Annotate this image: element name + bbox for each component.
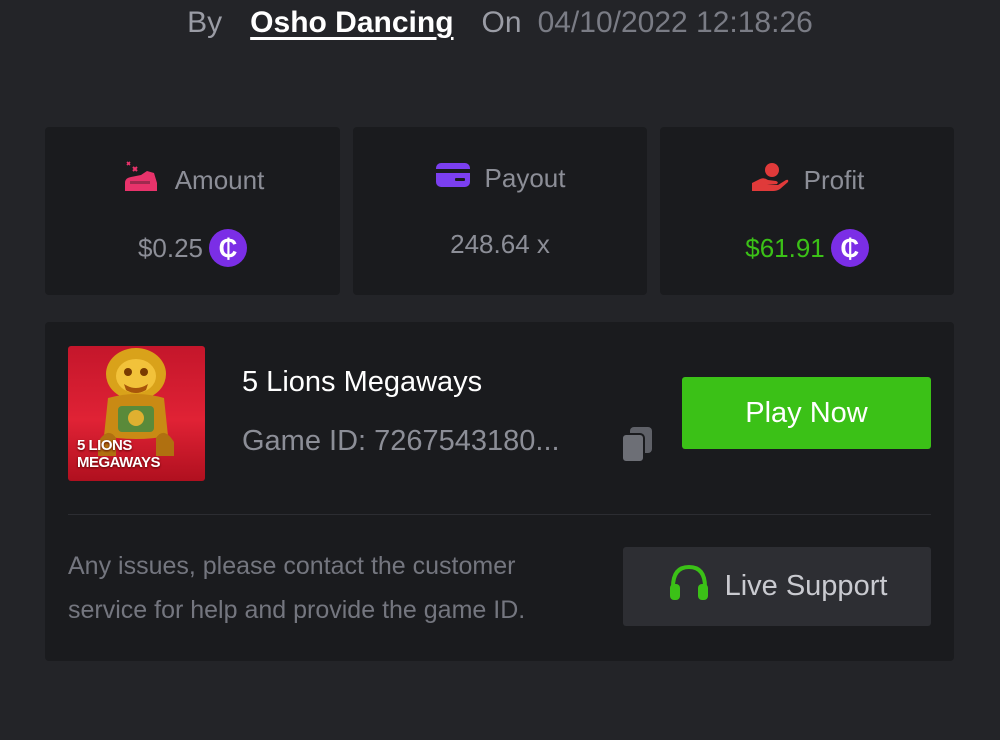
amount-value: $0.25 xyxy=(137,232,204,263)
headset-icon xyxy=(667,563,711,611)
live-support-label: Live Support xyxy=(724,570,888,602)
amount-label: Amount xyxy=(174,165,265,195)
copy-icon[interactable] xyxy=(618,424,658,464)
payout-card: Payout 248.64 x xyxy=(353,127,647,295)
payout-label: Payout xyxy=(484,163,566,193)
payout-value: 248.64 x xyxy=(450,229,550,259)
divider xyxy=(68,514,931,515)
amount-card: Amount $0.25 ₵ xyxy=(45,127,340,295)
play-now-button[interactable]: Play Now xyxy=(682,377,931,449)
coin-icon: ₵ xyxy=(209,229,248,267)
profit-card: Profit $61.91 ₵ xyxy=(660,127,954,295)
live-support-button[interactable]: Live Support xyxy=(623,547,931,626)
game-thumbnail[interactable]: 5 LIONS MEGAWAYS xyxy=(68,346,205,481)
game-card: 5 LIONS MEGAWAYS 5 Lions Megaways Game I… xyxy=(45,322,954,661)
user-name-link[interactable]: Osho Dancing xyxy=(250,6,453,40)
profit-value: $61.91 xyxy=(745,232,825,263)
profit-label: Profit xyxy=(803,165,865,195)
on-label: On xyxy=(481,6,522,39)
card-icon xyxy=(435,161,471,196)
coin-icon: ₵ xyxy=(830,229,869,267)
amount-icon xyxy=(121,161,161,200)
help-text-line1: Any issues, please contact the customer xyxy=(68,552,516,580)
help-text-line2: service for help and provide the game ID… xyxy=(68,596,526,624)
thumbnail-title-line2: MEGAWAYS xyxy=(77,454,160,471)
by-label: By xyxy=(187,6,223,39)
bet-header: By Osho Dancing On 04/10/2022 12:18:26 xyxy=(0,0,1000,46)
thumbnail-title-line1: 5 LIONS xyxy=(77,437,132,454)
game-title: 5 Lions Megaways xyxy=(242,366,483,398)
help-text: Any issues, please contact the customer … xyxy=(68,544,608,632)
bet-datetime: 04/10/2022 12:18:26 xyxy=(537,6,813,39)
hand-coin-icon xyxy=(750,161,790,200)
game-id: Game ID: 7267543180... xyxy=(242,425,560,457)
